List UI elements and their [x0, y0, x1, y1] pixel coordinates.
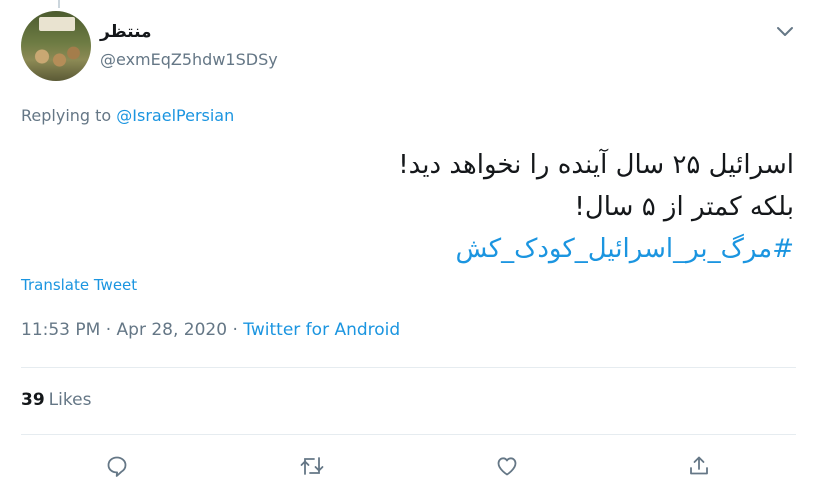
tweet-text: اسرائیل ۲۵ سال آینده را نخواهد دید! بلکه…: [34, 144, 794, 270]
avatar-banner: [39, 17, 75, 31]
replying-prefix: Replying to: [21, 106, 112, 125]
reply-button[interactable]: [103, 452, 131, 480]
tweet-card: منتظر @exmEqZ5hdw1SDSy Replying to @Isra…: [0, 0, 816, 499]
reply-icon: [105, 454, 129, 478]
chevron-down-icon[interactable]: [774, 20, 796, 42]
tweet-source-link[interactable]: Twitter for Android: [243, 320, 400, 340]
like-button[interactable]: [493, 452, 521, 480]
tweet-text-line-1: اسرائیل ۲۵ سال آینده را نخواهد دید!: [398, 150, 794, 180]
retweet-button[interactable]: [298, 452, 326, 480]
tweet-time[interactable]: 11:53 PM: [21, 320, 100, 340]
likes-stat[interactable]: 39 Likes: [21, 390, 91, 410]
meta-separator: ·: [227, 320, 244, 340]
user-handle[interactable]: @exmEqZ5hdw1SDSy: [100, 50, 278, 69]
avatar[interactable]: [21, 11, 91, 81]
display-name[interactable]: منتظر: [100, 22, 152, 42]
replying-to: Replying to @IsraelPersian: [21, 106, 234, 125]
share-button[interactable]: [685, 452, 713, 480]
tweet-text-line-2: بلکه کمتر از ۵ سال!: [574, 192, 794, 222]
share-icon: [687, 454, 711, 478]
likes-label: Likes: [48, 390, 92, 410]
hashtag-link[interactable]: #مرگ_بر_اسرائیل_کودک_کش: [34, 228, 794, 270]
translate-tweet-link[interactable]: Translate Tweet: [21, 276, 137, 294]
tweet-date[interactable]: Apr 28, 2020: [117, 320, 228, 340]
heart-icon: [495, 454, 519, 478]
meta-separator: ·: [100, 320, 117, 340]
divider: [21, 367, 796, 368]
retweet-icon: [299, 454, 325, 478]
divider: [21, 434, 796, 435]
tweet-meta: 11:53 PM · Apr 28, 2020 · Twitter for An…: [21, 320, 400, 340]
thread-line: [58, 0, 60, 8]
likes-count: 39: [21, 390, 45, 410]
reply-mention-link[interactable]: @IsraelPersian: [116, 106, 234, 125]
